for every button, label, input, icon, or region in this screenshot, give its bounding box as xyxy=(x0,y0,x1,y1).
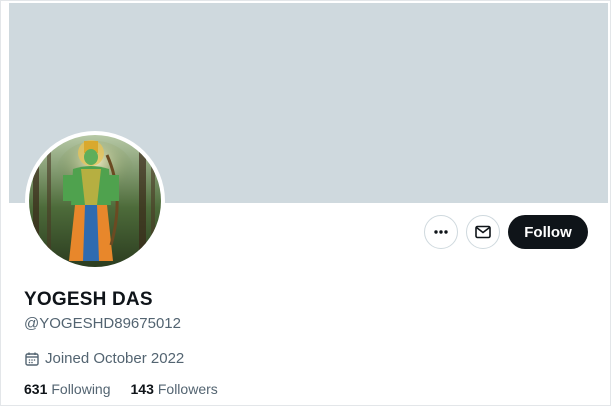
following-link[interactable]: 631 Following xyxy=(24,381,111,397)
envelope-icon xyxy=(475,225,491,239)
followers-label: Followers xyxy=(157,381,218,397)
user-handle: @YOGESHD89675012 xyxy=(24,315,181,332)
profile-avatar[interactable] xyxy=(25,131,165,271)
profile-header: Follow YOGESH DAS @YOGESHD89675012 Joine… xyxy=(0,0,611,406)
more-button[interactable] xyxy=(424,215,458,249)
following-count: 631 xyxy=(24,381,48,397)
joined-date: Joined October 2022 xyxy=(24,350,184,367)
followers-count: 143 xyxy=(130,381,154,397)
follow-button[interactable]: Follow xyxy=(508,215,588,249)
more-dots-icon xyxy=(434,230,448,234)
profile-actions: Follow xyxy=(424,215,588,249)
following-label: Following xyxy=(51,381,111,397)
followers-link[interactable]: 143 Followers xyxy=(131,381,218,397)
calendar-icon xyxy=(25,352,39,366)
profile-avatar-image xyxy=(29,135,161,267)
follow-stats: 631 Following 143 Followers xyxy=(24,381,218,397)
joined-text: Joined October 2022 xyxy=(45,350,185,367)
display-name: YOGESH DAS xyxy=(24,289,153,310)
message-button[interactable] xyxy=(466,215,500,249)
